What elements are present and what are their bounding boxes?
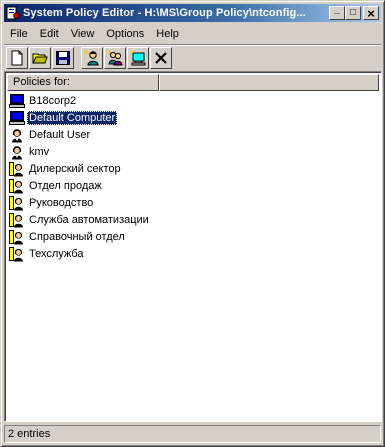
list-header: Policies for: (7, 74, 379, 91)
add-group-button[interactable] (104, 46, 126, 69)
group-icon (9, 195, 25, 211)
menu-options[interactable]: Options (100, 28, 150, 40)
minimize-icon: _ (334, 4, 340, 15)
list-item[interactable]: B18corp2 (9, 92, 151, 109)
menu-view[interactable]: View (65, 28, 101, 40)
minimize-button[interactable]: _ (329, 4, 345, 20)
add-group-icon (107, 49, 123, 65)
policy-editor-app-icon (6, 6, 20, 20)
list-item[interactable]: Техслужба (9, 245, 151, 262)
group-icon (9, 161, 25, 177)
open-folder-icon (32, 53, 48, 63)
list-item[interactable]: Руководство (9, 194, 151, 211)
list-item[interactable]: Справочный отдел (9, 228, 151, 245)
menu-edit[interactable]: Edit (34, 28, 65, 40)
list-item-label: Отдел продаж (29, 179, 102, 192)
group-icon (9, 178, 25, 194)
menu-help[interactable]: Help (150, 28, 185, 40)
list-rows: B18corp2 Default Computer Default User kmv Д… (9, 92, 151, 262)
computer-icon (9, 93, 25, 109)
add-user-button[interactable] (81, 46, 103, 69)
new-file-button[interactable] (6, 46, 28, 69)
computer-icon (9, 110, 25, 126)
close-button[interactable]: × (363, 6, 379, 20)
group-icon (9, 246, 25, 262)
list-item-label: Default User (29, 128, 91, 141)
column-header-blank[interactable] (159, 74, 379, 91)
remove-icon (155, 51, 167, 64)
new-file-icon (11, 50, 23, 65)
policies-list[interactable]: Policies for: B18corp2 Default Computer De… (4, 71, 382, 422)
list-item[interactable]: Дилерский сектор (9, 160, 151, 177)
save-button[interactable] (52, 46, 74, 69)
maximize-button[interactable]: □ (345, 6, 361, 20)
window-title: System Policy Editor - H:\MS\Group Polic… (23, 7, 306, 19)
list-item-label: Default Computer (27, 110, 118, 125)
policy-editor-window: System Policy Editor - H:\MS\Group Polic… (0, 0, 385, 447)
add-computer-icon (130, 49, 146, 65)
list-item-label: kmv (29, 145, 50, 158)
add-computer-button[interactable] (127, 46, 149, 69)
list-item-label: Руководство (29, 196, 94, 209)
list-item[interactable]: Default Computer (9, 109, 151, 126)
maximize-icon: □ (349, 7, 357, 18)
group-icon (9, 212, 25, 228)
list-item[interactable]: Отдел продаж (9, 177, 151, 194)
title-bar[interactable]: System Policy Editor - H:\MS\Group Polic… (4, 4, 381, 22)
menu-bar: File Edit View Options Help (4, 24, 381, 43)
group-icon (9, 229, 25, 245)
status-bar: 2 entries (4, 425, 381, 443)
list-item[interactable]: Служба автоматизации (9, 211, 151, 228)
column-header-policies-for[interactable]: Policies for: (7, 74, 159, 91)
list-item-label: Справочный отдел (29, 230, 125, 243)
save-disk-icon (56, 50, 70, 65)
close-icon: × (367, 5, 375, 21)
remove-button[interactable] (150, 46, 172, 69)
list-item-label: Техслужба (29, 247, 84, 260)
user-icon (9, 127, 25, 143)
menu-file[interactable]: File (4, 28, 34, 40)
list-item[interactable]: kmv (9, 143, 151, 160)
list-item-label: B18corp2 (29, 94, 77, 107)
open-button[interactable] (29, 46, 51, 69)
add-user-icon (84, 49, 99, 65)
user-icon (9, 144, 25, 160)
list-item[interactable]: Default User (9, 126, 151, 143)
list-item-label: Дилерский сектор (29, 162, 121, 175)
toolbar (4, 44, 381, 70)
list-item-label: Служба автоматизации (29, 213, 149, 226)
